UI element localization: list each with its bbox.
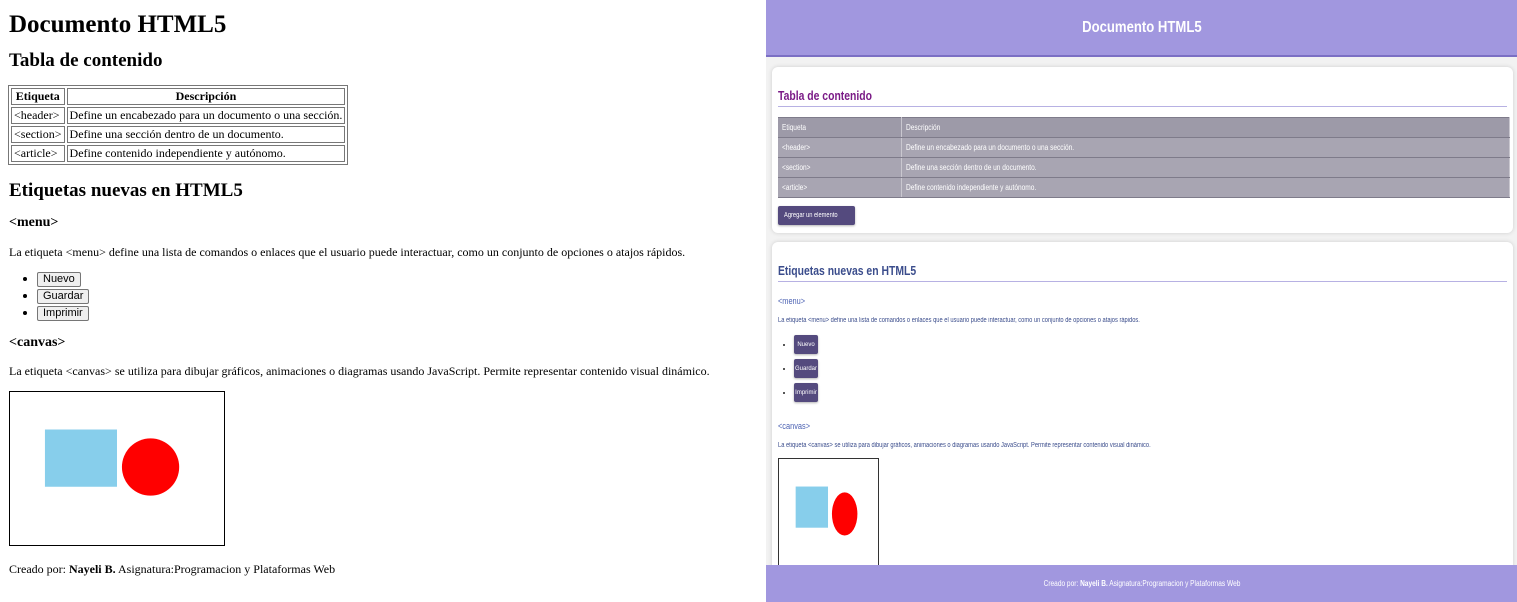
page-title: Documento HTML5 — [9, 11, 227, 38]
menu-heading: <menu> — [9, 215, 59, 231]
list-item: Imprimir — [37, 305, 756, 322]
table-cell: Define un encabezado para un documento o… — [901, 137, 1510, 158]
styled-drawing-canvas — [778, 458, 879, 568]
table-header-row: Etiqueta Descripción — [778, 117, 1510, 138]
list-item: Nuevo — [37, 271, 756, 288]
save-button[interactable]: Guardar — [37, 289, 90, 305]
toc-table: Etiqueta Descripción <header> Define un … — [8, 85, 349, 166]
footer-suffix: Asignatura:Programacion y Plataformas We… — [115, 561, 336, 576]
table-header-cell: Etiqueta — [11, 88, 65, 106]
new-tags-heading: Etiquetas nuevas en HTML5 — [9, 180, 243, 202]
styled-new-button[interactable]: Nuevo — [794, 335, 818, 354]
table-header-cell: Etiqueta — [778, 117, 902, 138]
styled-footer: Creado por: Nayeli B. Asignatura:Program… — [766, 565, 1517, 602]
canvas-rectangle — [44, 429, 117, 487]
unstyled-page: Documento HTML5 Tabla de contenido Etiqu… — [0, 0, 765, 602]
footer-suffix: Asignatura:Programacion y Plataformas We… — [1107, 579, 1240, 588]
styled-canvas-description: La etiqueta <canvas> se utiliza para dib… — [778, 442, 1151, 449]
styled-menu-list: Nuevo Guardar Imprimir — [778, 335, 1507, 407]
styled-page: Documento HTML5 Tabla de contenido Etiqu… — [766, 0, 1517, 602]
footer-author: Nayeli B. — [68, 561, 116, 576]
table-row: <section> Define una sección dentro de u… — [11, 126, 346, 144]
list-item: Nuevo — [794, 335, 1507, 359]
table-cell: <header> — [11, 107, 65, 125]
styled-page-title: Documento HTML5 — [1081, 18, 1202, 36]
menu-description: La etiqueta <menu> define una lista de c… — [9, 244, 686, 259]
styled-canvas-heading: <canvas> — [778, 421, 811, 431]
table-row: <section> Define una sección dentro de u… — [778, 157, 1510, 178]
canvas-heading: <canvas> — [9, 335, 66, 351]
table-row: <article> Define contenido independiente… — [11, 145, 346, 163]
table-cell: <article> — [11, 145, 65, 163]
list-item: Guardar — [794, 359, 1507, 383]
styled-new-tags-heading: Etiquetas nuevas en HTML5 — [778, 263, 1507, 282]
styled-menu-heading: <menu> — [778, 296, 806, 306]
toc-card: Tabla de contenido Etiqueta Descripción … — [772, 67, 1513, 233]
table-row: <header> Define un encabezado para un do… — [11, 107, 346, 125]
styled-toc-heading: Tabla de contenido — [778, 88, 1507, 107]
table-cell: Define contenido independiente y autónom… — [66, 145, 346, 163]
toc-heading: Tabla de contenido — [9, 49, 163, 71]
footer-prefix: Creado por: — [9, 561, 69, 576]
table-cell: <header> — [778, 137, 902, 158]
new-button[interactable]: Nuevo — [37, 272, 81, 288]
footer-author: Nayeli B. — [1079, 579, 1108, 588]
table-row: <article> Define contenido independiente… — [778, 177, 1510, 198]
drawing-canvas — [9, 390, 225, 546]
footer: Creado por: Nayeli B. Asignatura:Program… — [9, 562, 756, 577]
list-item: Imprimir — [794, 383, 1507, 407]
footer-prefix: Creado por: — [1043, 579, 1080, 588]
table-cell: <article> — [778, 177, 902, 198]
table-cell: <section> — [778, 157, 902, 178]
list-item: Guardar — [37, 288, 756, 305]
table-cell: Define un encabezado para un documento o… — [66, 107, 346, 125]
canvas-circle — [121, 438, 180, 496]
canvas-circle — [831, 492, 858, 536]
table-header-row: Etiqueta Descripción — [11, 88, 346, 106]
table-cell: <section> — [11, 126, 65, 144]
canvas-rectangle — [795, 486, 829, 528]
table-row: <header> Define un encabezado para un do… — [778, 137, 1510, 158]
menu-list: Nuevo Guardar Imprimir — [9, 271, 756, 322]
new-tags-card: Etiquetas nuevas en HTML5 <menu> La etiq… — [772, 242, 1513, 582]
styled-save-button[interactable]: Guardar — [794, 359, 818, 378]
add-element-button[interactable]: Agregar un elemento — [778, 206, 856, 225]
table-cell: Define una sección dentro de un document… — [66, 126, 346, 144]
canvas-description: La etiqueta <canvas> se utiliza para dib… — [9, 364, 710, 379]
styled-toc-table: Etiqueta Descripción <header> Define un … — [778, 117, 1510, 198]
styled-print-button[interactable]: Imprimir — [794, 383, 818, 402]
table-header-cell: Descripción — [901, 117, 1510, 138]
styled-header: Documento HTML5 — [766, 0, 1517, 57]
table-cell: Define una sección dentro de un document… — [901, 157, 1510, 178]
styled-menu-description: La etiqueta <menu> define una lista de c… — [778, 317, 1140, 324]
print-button[interactable]: Imprimir — [37, 306, 89, 322]
table-header-cell: Descripción — [66, 88, 346, 106]
table-cell: Define contenido independiente y autónom… — [901, 177, 1510, 198]
